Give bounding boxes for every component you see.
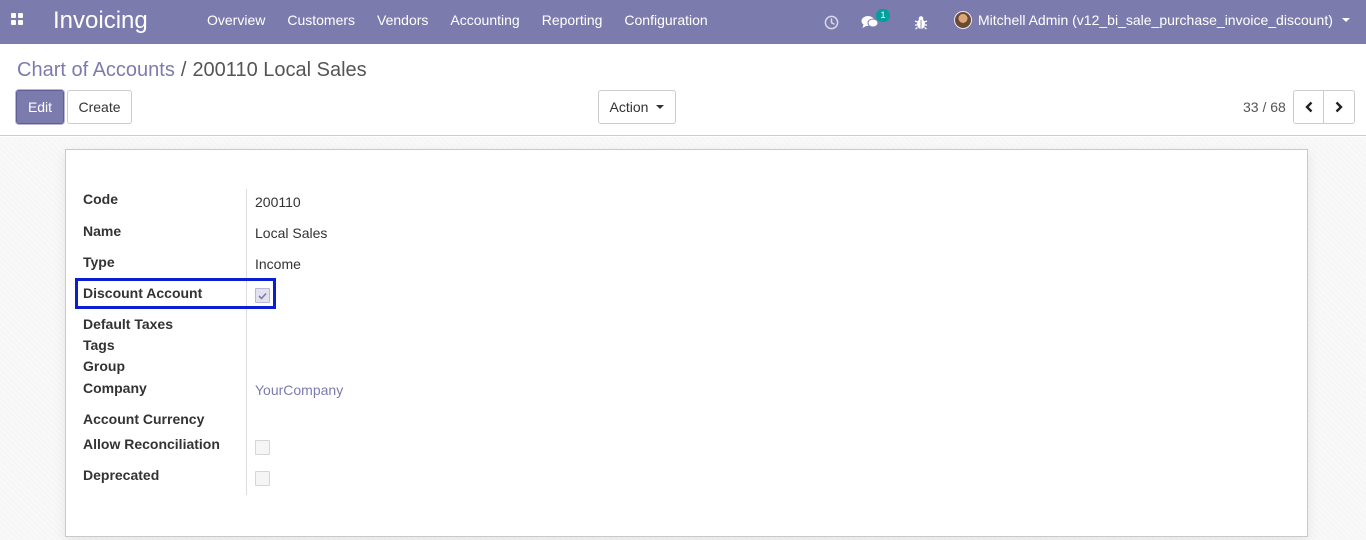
value-code: 200110 [255, 194, 301, 210]
app-title[interactable]: Invoicing [53, 7, 148, 35]
menu-item-customers[interactable]: Customers [276, 0, 366, 44]
label-type: Type [83, 254, 115, 270]
label-tags: Tags [83, 337, 115, 353]
apps-grid-icon[interactable] [11, 13, 25, 27]
breadcrumb: Chart of Accounts/200110 Local Sales [17, 59, 367, 82]
label-allow-reconciliation: Allow Reconciliation [83, 436, 220, 452]
breadcrumb-current: 200110 Local Sales [192, 59, 367, 81]
allow-reconciliation-checkbox[interactable] [255, 440, 270, 455]
label-code: Code [83, 191, 118, 207]
menu-item-configuration[interactable]: Configuration [613, 0, 718, 44]
value-name: Local Sales [255, 225, 328, 241]
top-navbar: Invoicing Overview Customers Vendors Acc… [0, 0, 1366, 44]
control-panel: Chart of Accounts/200110 Local Sales Edi… [0, 44, 1366, 136]
label-name: Name [83, 223, 122, 239]
pager-next-button[interactable] [1324, 90, 1355, 124]
action-dropdown-button[interactable]: Action [598, 90, 676, 124]
chevron-left-icon [1304, 101, 1312, 113]
discount-account-highlight [75, 278, 276, 309]
create-button[interactable]: Create [67, 90, 132, 124]
menu-item-accounting[interactable]: Accounting [439, 0, 530, 44]
label-account-currency: Account Currency [83, 411, 205, 427]
user-name: Mitchell Admin (v12_bi_sale_purchase_inv… [978, 12, 1333, 28]
label-default-taxes: Default Taxes [83, 316, 173, 332]
avatar [954, 11, 972, 29]
label-deprecated: Deprecated [83, 467, 160, 483]
messages-count-badge: 1 [876, 9, 890, 22]
user-menu[interactable]: Mitchell Admin (v12_bi_sale_purchase_inv… [954, 0, 1350, 40]
breadcrumb-separator: / [180, 59, 187, 81]
label-company: Company [83, 380, 147, 396]
messages-chat-icon[interactable]: 1 [858, 0, 894, 44]
edit-button[interactable]: Edit [16, 90, 64, 124]
pager-previous-button[interactable] [1293, 90, 1324, 124]
deprecated-checkbox[interactable] [255, 471, 270, 486]
breadcrumb-parent-link[interactable]: Chart of Accounts [17, 59, 175, 81]
menu-item-reporting[interactable]: Reporting [531, 0, 614, 44]
chevron-right-icon [1335, 101, 1343, 113]
value-company-link[interactable]: YourCompany [255, 382, 343, 398]
debug-bug-icon[interactable] [910, 0, 932, 44]
value-type: Income [255, 256, 301, 272]
label-group: Group [83, 358, 125, 374]
menu-item-vendors[interactable]: Vendors [366, 0, 439, 44]
pager-counter[interactable]: 33 / 68 [1243, 99, 1286, 115]
field-divider [246, 189, 247, 495]
caret-down-icon [656, 105, 665, 109]
form-sheet [65, 149, 1308, 537]
main-menu: Overview Customers Vendors Accounting Re… [196, 0, 719, 44]
activities-clock-icon[interactable] [820, 0, 842, 44]
action-label: Action [609, 99, 649, 115]
chevron-down-icon [1341, 18, 1350, 22]
menu-item-overview[interactable]: Overview [196, 0, 276, 44]
